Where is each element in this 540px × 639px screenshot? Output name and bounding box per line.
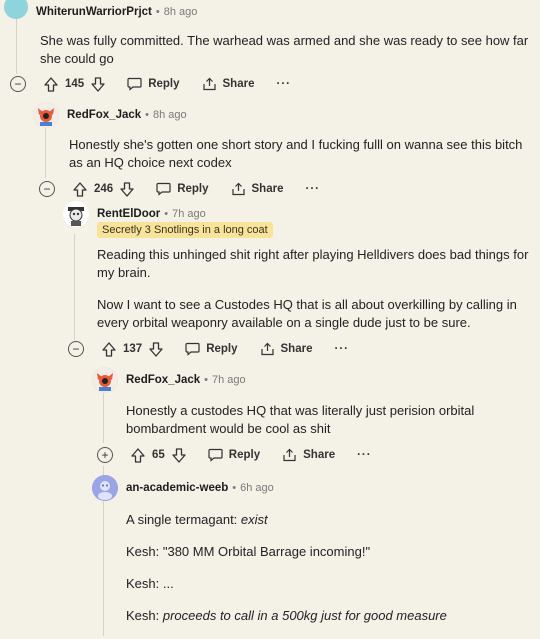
separator-dot: •	[155, 6, 160, 18]
username[interactable]: RedFox_Jack	[67, 109, 141, 121]
avatar[interactable]	[4, 0, 28, 19]
avatar[interactable]	[63, 201, 89, 227]
upvote-icon[interactable]	[73, 181, 87, 197]
share-label: Share	[280, 343, 313, 355]
reply-label: Reply	[177, 183, 209, 195]
thread-line	[45, 128, 46, 178]
share-label: Share	[222, 78, 255, 90]
thread-line	[103, 393, 104, 443]
vote-control: 137	[102, 341, 163, 357]
separator-dot: •	[232, 482, 237, 494]
share-button[interactable]: Share	[231, 182, 284, 196]
username[interactable]: an-academic-weeb	[126, 482, 228, 494]
downvote-icon[interactable]	[91, 76, 105, 92]
comment-text: She was fully committed. The warhead was…	[40, 33, 529, 66]
comment-text: Honestly she's gotten one short story an…	[69, 137, 523, 170]
separator-dot: •	[145, 109, 150, 121]
thread-line	[74, 234, 75, 340]
emphasis-text: exist	[240, 512, 268, 527]
comment-icon	[208, 448, 223, 462]
emphasis-text: proceeds to call in a 500kg just for goo…	[162, 608, 447, 623]
reply-button[interactable]: Reply	[185, 342, 238, 356]
more-options-button[interactable]: ···	[357, 449, 372, 461]
fox-avatar-icon	[93, 368, 117, 392]
comment-actions: − 137 Reply Share ···	[68, 338, 349, 360]
reply-button[interactable]: Reply	[156, 182, 209, 196]
timestamp: 8h ago	[163, 6, 198, 18]
fox-avatar-icon	[34, 103, 58, 127]
comment-text: Now I want to see a Custodes HQ that is …	[97, 297, 517, 330]
more-options-button[interactable]: ···	[334, 343, 349, 355]
collapse-toggle[interactable]: −	[10, 76, 26, 92]
comment-icon	[156, 182, 171, 196]
upvote-icon[interactable]	[44, 76, 58, 92]
vote-count: 145	[65, 78, 85, 90]
downvote-icon[interactable]	[172, 447, 186, 463]
share-icon	[260, 342, 274, 356]
avatar[interactable]	[92, 475, 118, 501]
more-options-button[interactable]: ···	[305, 183, 320, 195]
share-button[interactable]: Share	[202, 77, 255, 91]
vote-control: 145	[44, 76, 105, 92]
comment-body: A single termagant: exist Kesh: "380 MM …	[126, 511, 526, 639]
vote-control: 65	[131, 447, 186, 463]
username[interactable]: RedFox_Jack	[126, 374, 200, 386]
downvote-icon[interactable]	[149, 341, 163, 357]
vote-count: 65	[152, 449, 165, 461]
reply-button[interactable]: Reply	[208, 448, 260, 462]
timestamp: 7h ago	[172, 208, 206, 220]
comment-text: Kesh: proceeds to call in a 500kg just f…	[126, 608, 447, 623]
comment-text: Honestly a custodes HQ that was literall…	[126, 403, 475, 436]
upvote-icon[interactable]	[131, 447, 145, 463]
reply-label: Reply	[206, 343, 238, 355]
default-avatar-icon	[92, 475, 118, 501]
comment-text: Kesh: "380 MM Orbital Barrage incoming!"	[126, 544, 371, 559]
share-label: Share	[251, 183, 284, 195]
share-button[interactable]: Share	[282, 448, 335, 462]
timestamp: 8h ago	[153, 109, 187, 121]
share-icon	[283, 448, 296, 462]
comment-actions: − 246 Reply Share ···	[39, 178, 320, 200]
vote-count: 246	[94, 183, 114, 195]
comment-text: A single termagant: exist	[126, 512, 268, 527]
comment-actions: − 145 Reply Share ···	[10, 73, 291, 95]
comment-body: Reading this unhinged shit right after p…	[97, 246, 533, 346]
share-icon	[202, 77, 216, 91]
expand-toggle[interactable]: +	[97, 447, 113, 463]
reply-label: Reply	[148, 78, 180, 90]
username[interactable]: WhiterunWarriorPrjct	[36, 6, 152, 18]
downvote-icon[interactable]	[120, 181, 134, 197]
collapse-toggle[interactable]: −	[39, 181, 55, 197]
comment-text: Reading this unhinged shit right after p…	[97, 247, 529, 280]
comment-icon	[127, 77, 142, 91]
share-button[interactable]: Share	[260, 342, 313, 356]
timestamp: 6h ago	[240, 482, 274, 494]
share-icon	[231, 182, 245, 196]
collapse-toggle[interactable]: −	[68, 341, 84, 357]
comment-text: Kesh: ...	[126, 576, 174, 591]
vote-control: 246	[73, 181, 134, 197]
reply-label: Reply	[228, 449, 261, 461]
avatar[interactable]	[92, 367, 118, 393]
user-flair: Secretly 3 Snotlings in a long coat	[97, 222, 273, 238]
comment-icon	[185, 342, 200, 356]
snoo-avatar-icon	[64, 202, 88, 226]
timestamp: 7h ago	[212, 374, 246, 386]
vote-count: 137	[123, 343, 143, 355]
separator-dot: •	[164, 208, 169, 220]
more-options-button[interactable]: ···	[276, 78, 291, 90]
avatar[interactable]	[33, 102, 59, 128]
comment-actions: + 65 Reply Share ···	[97, 444, 372, 466]
separator-dot: •	[204, 374, 209, 386]
upvote-icon[interactable]	[102, 341, 116, 357]
username[interactable]: RentElDoor	[97, 208, 160, 220]
share-label: Share	[303, 449, 336, 461]
reply-button[interactable]: Reply	[127, 77, 180, 91]
